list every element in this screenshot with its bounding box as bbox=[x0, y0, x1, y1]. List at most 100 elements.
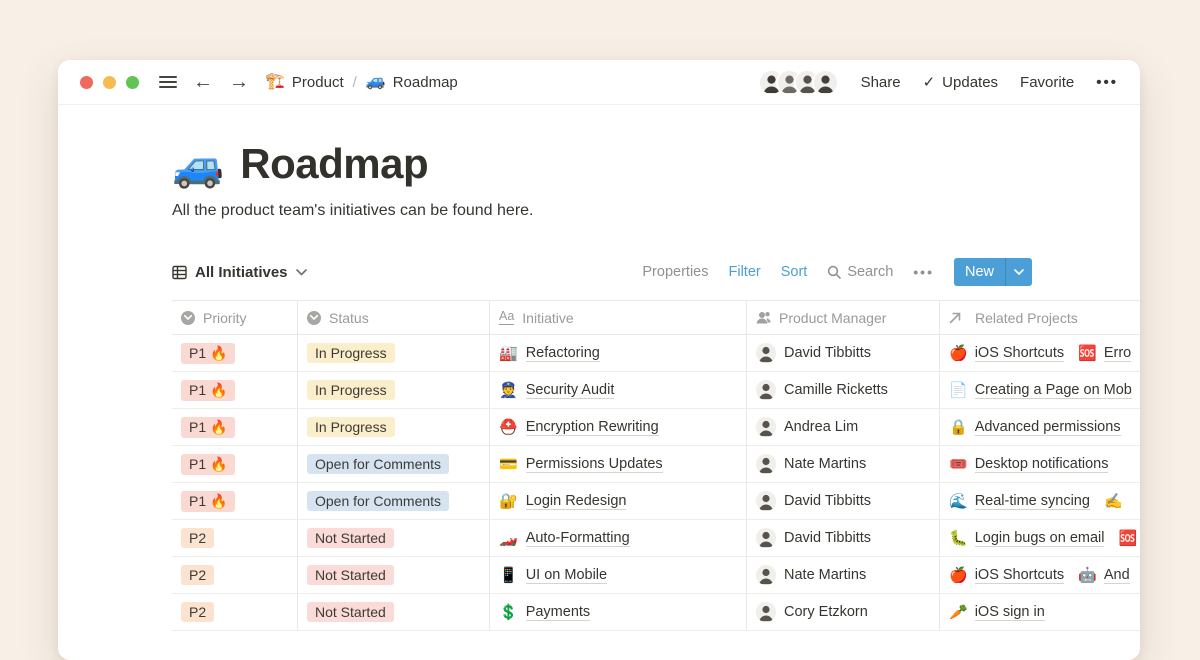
status-cell[interactable]: In Progress bbox=[298, 409, 490, 445]
table-row[interactable]: P1 🔥In Progress🏭RefactoringDavid Tibbitt… bbox=[172, 335, 1140, 372]
breadcrumb-item-roadmap[interactable]: 🚙 Roadmap bbox=[366, 74, 458, 91]
product-manager-cell[interactable]: Camille Ricketts bbox=[747, 372, 940, 408]
initiative-cell[interactable]: 🏭Refactoring bbox=[490, 335, 747, 371]
column-header-initiative[interactable]: Aa Initiative bbox=[490, 301, 747, 334]
status-cell[interactable]: In Progress bbox=[298, 372, 490, 408]
initiative-cell[interactable]: 📱UI on Mobile bbox=[490, 557, 747, 593]
page-icon-car[interactable]: 🚙 bbox=[172, 145, 224, 187]
close-window-button[interactable] bbox=[80, 76, 93, 89]
product-manager-cell[interactable]: David Tibbitts bbox=[747, 520, 940, 556]
priority-cell[interactable]: P2 bbox=[172, 520, 298, 556]
table-row[interactable]: P2Not Started💲PaymentsCory Etzkorn 🥕iOS s… bbox=[172, 594, 1140, 631]
product-manager-cell[interactable]: David Tibbitts bbox=[747, 483, 940, 519]
maximize-window-button[interactable] bbox=[126, 76, 139, 89]
share-button[interactable]: Share bbox=[861, 74, 901, 91]
initiative-link[interactable]: Permissions Updates bbox=[526, 456, 663, 473]
priority-cell[interactable]: P1 🔥 bbox=[172, 409, 298, 445]
product-manager-cell[interactable]: David Tibbitts bbox=[747, 335, 940, 371]
related-project-link[interactable]: 📄Creating a Page on Mob bbox=[949, 382, 1132, 399]
column-header-product-manager[interactable]: Product Manager bbox=[747, 301, 940, 334]
favorite-button[interactable]: Favorite bbox=[1020, 74, 1074, 91]
new-button[interactable]: New bbox=[954, 258, 1032, 286]
page-description[interactable]: All the product team's initiatives can b… bbox=[172, 201, 1140, 221]
column-header-status[interactable]: Status bbox=[298, 301, 490, 334]
related-projects-cell[interactable]: 🔒Advanced permissions bbox=[940, 409, 1140, 445]
search-button[interactable]: Search bbox=[827, 264, 893, 280]
related-project-link[interactable]: 🔒Advanced permissions bbox=[949, 419, 1121, 436]
table-row[interactable]: P2Not Started📱UI on MobileNate Martins🍎i… bbox=[172, 557, 1140, 594]
related-projects-cell[interactable]: 🌊Real-time syncing ✍️ bbox=[940, 483, 1140, 519]
table-row[interactable]: P1 🔥Open for Comments💳Permissions Update… bbox=[172, 446, 1140, 483]
sidebar-menu-icon[interactable] bbox=[159, 75, 177, 89]
initiative-cell[interactable]: 💳Permissions Updates bbox=[490, 446, 747, 482]
related-project-link[interactable]: 🍎iOS Shortcuts bbox=[949, 567, 1064, 584]
sort-button[interactable]: Sort bbox=[781, 264, 808, 280]
related-project-link[interactable]: 🥕iOS sign in bbox=[949, 604, 1045, 621]
minimize-window-button[interactable] bbox=[103, 76, 116, 89]
collaborator-avatars[interactable] bbox=[758, 69, 839, 96]
related-project-link[interactable]: 🍎iOS Shortcuts bbox=[949, 345, 1064, 362]
related-project-link[interactable]: 🌊Real-time syncing bbox=[949, 493, 1090, 510]
view-options-icon[interactable]: ••• bbox=[913, 264, 934, 280]
initiative-link[interactable]: Login Redesign bbox=[526, 493, 627, 510]
initiative-cell[interactable]: 👮Security Audit bbox=[490, 372, 747, 408]
product-manager-cell[interactable]: Nate Martins bbox=[747, 446, 940, 482]
related-projects-cell[interactable]: 📄Creating a Page on Mob bbox=[940, 372, 1140, 408]
initiative-link[interactable]: Refactoring bbox=[526, 345, 600, 362]
initiative-link[interactable]: Security Audit bbox=[526, 382, 615, 399]
filter-button[interactable]: Filter bbox=[728, 264, 760, 280]
product-manager-cell[interactable]: Nate Martins bbox=[747, 557, 940, 593]
status-cell[interactable]: Not Started bbox=[298, 594, 490, 630]
priority-cell[interactable]: P1 🔥 bbox=[172, 372, 298, 408]
initiative-link[interactable]: Auto-Formatting bbox=[526, 530, 630, 547]
initiative-link[interactable]: Payments bbox=[526, 604, 590, 621]
back-arrow-icon[interactable]: ← bbox=[193, 72, 213, 92]
column-header-related-projects[interactable]: Related Projects bbox=[940, 301, 1140, 334]
related-projects-cell[interactable]: 🍎iOS Shortcuts 🆘Erro bbox=[940, 335, 1140, 371]
related-projects-cell[interactable]: 🥕iOS sign in bbox=[940, 594, 1140, 630]
breadcrumb-item-product[interactable]: 🏗️ Product bbox=[265, 74, 344, 91]
initiative-cell[interactable]: ⛑️Encryption Rewriting bbox=[490, 409, 747, 445]
new-dropdown-icon[interactable] bbox=[1005, 258, 1032, 286]
priority-cell[interactable]: P2 bbox=[172, 594, 298, 630]
related-project-link[interactable]: 🆘Erro bbox=[1078, 345, 1131, 362]
status-cell[interactable]: Open for Comments bbox=[298, 446, 490, 482]
priority-cell[interactable]: P1 🔥 bbox=[172, 483, 298, 519]
status-cell[interactable]: Not Started bbox=[298, 557, 490, 593]
product-manager-name: Nate Martins bbox=[784, 456, 866, 472]
page-title-text[interactable]: Roadmap bbox=[240, 141, 428, 187]
initiative-link[interactable]: UI on Mobile bbox=[526, 567, 607, 584]
status-cell[interactable]: Not Started bbox=[298, 520, 490, 556]
priority-cell[interactable]: P1 🔥 bbox=[172, 446, 298, 482]
related-project-link[interactable]: 🤖And bbox=[1078, 567, 1130, 584]
initiative-cell[interactable]: 🔐Login Redesign bbox=[490, 483, 747, 519]
initiative-link[interactable]: Encryption Rewriting bbox=[526, 419, 659, 436]
related-project-link[interactable]: ✍️ bbox=[1104, 494, 1123, 509]
table-row[interactable]: P1 🔥 In Progress ⛑️Encryption RewritingAnd… bbox=[172, 409, 1140, 446]
more-options-icon[interactable]: ••• bbox=[1096, 74, 1118, 91]
column-header-priority[interactable]: Priority bbox=[172, 301, 298, 334]
priority-cell[interactable]: P1 🔥 bbox=[172, 335, 298, 371]
table-row[interactable]: P1 🔥Open for Comments🔐Login RedesignDavi… bbox=[172, 483, 1140, 520]
status-cell[interactable]: In Progress bbox=[298, 335, 490, 371]
view-switcher[interactable]: All Initiatives bbox=[172, 264, 307, 281]
properties-button[interactable]: Properties bbox=[642, 264, 708, 280]
table-row[interactable]: P2Not Started🏎️Auto-FormattingDavid Tibb… bbox=[172, 520, 1140, 557]
status-tag: In Progress bbox=[307, 417, 395, 437]
related-projects-cell[interactable]: 🐛Login bugs on email 🆘 bbox=[940, 520, 1140, 556]
initiative-cell[interactable]: 💲Payments bbox=[490, 594, 747, 630]
forward-arrow-icon[interactable]: → bbox=[229, 72, 249, 92]
table-view-icon bbox=[172, 265, 187, 280]
initiative-cell[interactable]: 🏎️Auto-Formatting bbox=[490, 520, 747, 556]
related-project-link[interactable]: 🆘 bbox=[1118, 531, 1137, 546]
priority-cell[interactable]: P2 bbox=[172, 557, 298, 593]
product-manager-cell[interactable]: Cory Etzkorn bbox=[747, 594, 940, 630]
related-project-link[interactable]: 🎟️Desktop notifications bbox=[949, 456, 1108, 473]
related-projects-cell[interactable]: 🎟️Desktop notifications bbox=[940, 446, 1140, 482]
status-cell[interactable]: Open for Comments bbox=[298, 483, 490, 519]
product-manager-cell[interactable]: Andrea Lim bbox=[747, 409, 940, 445]
related-project-link[interactable]: 🐛Login bugs on email bbox=[949, 530, 1104, 547]
table-row[interactable]: P1 🔥In Progress👮Security AuditCamille Ri… bbox=[172, 372, 1140, 409]
updates-button[interactable]: ✓ Updates bbox=[923, 73, 998, 91]
related-projects-cell[interactable]: 🍎iOS Shortcuts 🤖And bbox=[940, 557, 1140, 593]
